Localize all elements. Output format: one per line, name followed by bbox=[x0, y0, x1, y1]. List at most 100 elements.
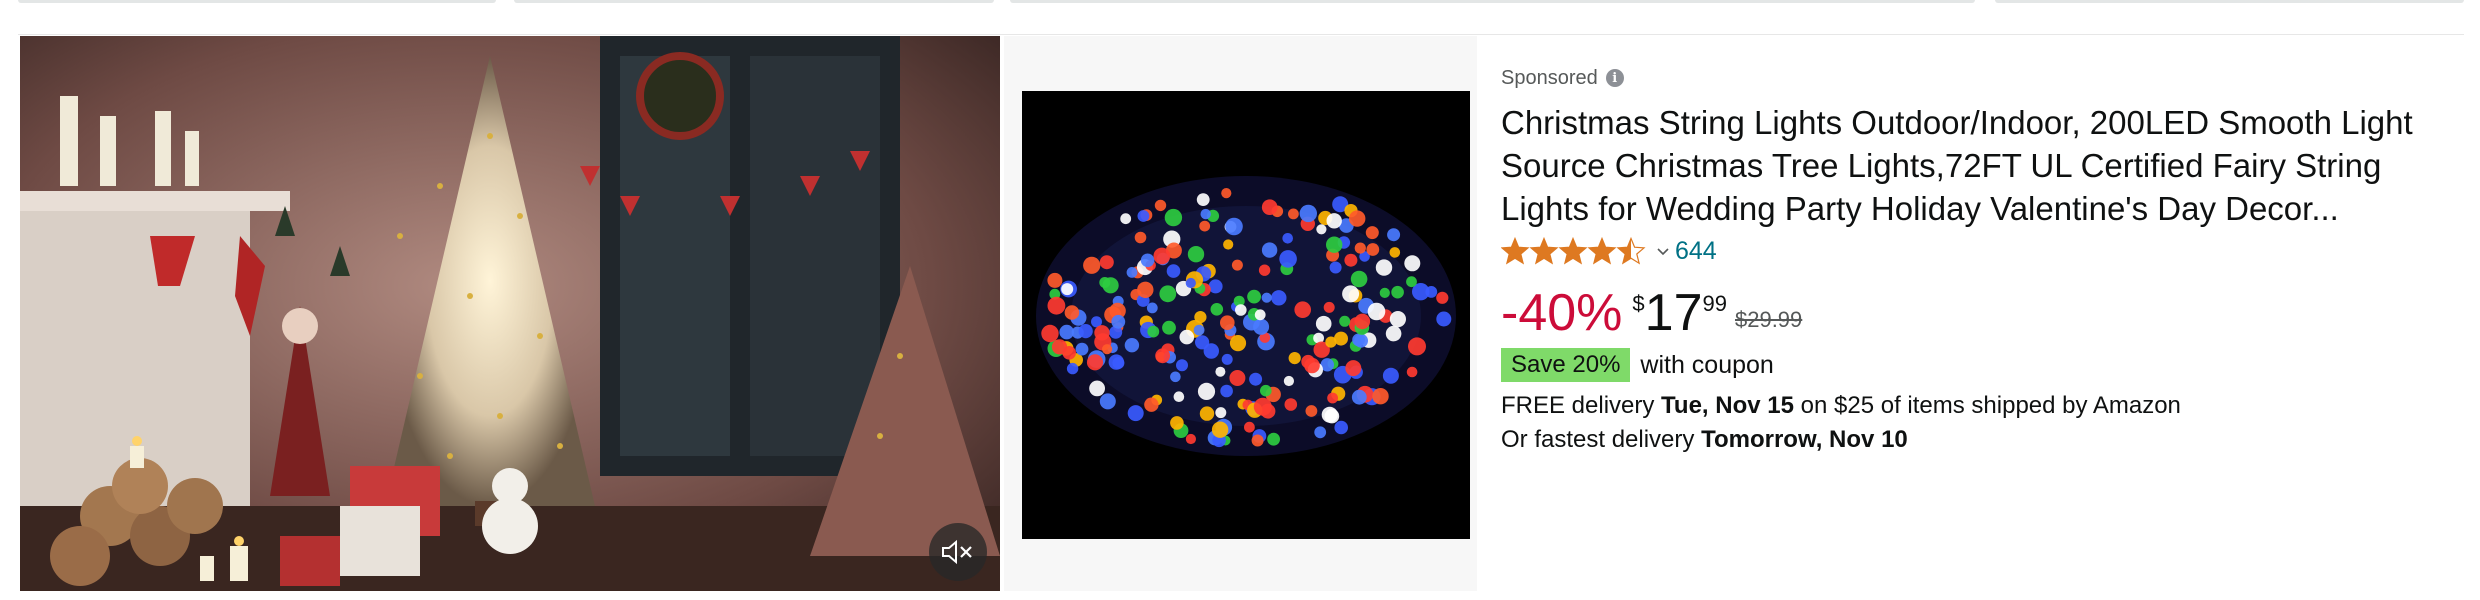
light-bulb bbox=[1140, 253, 1155, 268]
light-bulb bbox=[1408, 337, 1426, 356]
light-bulb bbox=[1176, 359, 1188, 372]
product-title-link[interactable]: Christmas String Lights Outdoor/Indoor, … bbox=[1501, 101, 2461, 230]
light-bulb bbox=[1344, 253, 1358, 267]
light-bulb bbox=[1314, 426, 1327, 439]
free-delivery-suffix: on $25 of items shipped by Amazon bbox=[1793, 392, 2181, 419]
light-bulb bbox=[1112, 357, 1125, 369]
light-bulb bbox=[1350, 270, 1368, 288]
light-bulb bbox=[1196, 193, 1210, 206]
string-lights-photo bbox=[1036, 176, 1456, 456]
price-row[interactable]: -40% $ 17 99 $29.99 bbox=[1501, 283, 2461, 347]
light-bulb bbox=[1179, 329, 1195, 345]
light-bulb bbox=[1146, 302, 1158, 314]
light-bulb bbox=[1064, 305, 1080, 320]
light-bulb bbox=[1137, 281, 1154, 298]
light-bulb bbox=[1211, 421, 1229, 438]
light-bulb bbox=[1235, 304, 1247, 316]
light-bulb bbox=[1251, 434, 1264, 447]
light-bulb bbox=[1329, 261, 1342, 274]
light-bulb bbox=[1099, 393, 1116, 410]
light-bulb bbox=[1294, 301, 1311, 318]
light-bulb bbox=[1041, 324, 1059, 343]
light-bulb bbox=[1047, 272, 1063, 288]
product-details: Sponsored i Christmas String Lights Outd… bbox=[1501, 65, 2461, 457]
light-bulb bbox=[1170, 416, 1184, 430]
free-delivery-date: Tue, Nov 15 bbox=[1661, 392, 1794, 419]
discount-percent: -40% bbox=[1501, 284, 1623, 342]
light-bulb bbox=[1102, 344, 1113, 355]
product-image[interactable] bbox=[1022, 91, 1470, 539]
fastest-delivery-date: Tomorrow, Nov 10 bbox=[1701, 426, 1908, 453]
light-bulb bbox=[1223, 239, 1234, 250]
light-bulb bbox=[1304, 357, 1320, 374]
light-bulb bbox=[1351, 389, 1367, 405]
light-bulb bbox=[1215, 407, 1227, 419]
light-bulb bbox=[1120, 213, 1132, 225]
light-bulb bbox=[1326, 236, 1343, 253]
light-bulb bbox=[1391, 285, 1404, 299]
sponsored-label-row: Sponsored i bbox=[1501, 65, 2461, 91]
light-bulb bbox=[1153, 247, 1171, 265]
mute-toggle-button[interactable] bbox=[929, 523, 987, 581]
light-bulb bbox=[1127, 405, 1144, 422]
light-bulb bbox=[1258, 264, 1271, 276]
light-bulb bbox=[1325, 336, 1337, 348]
light-bulb bbox=[1406, 276, 1417, 288]
light-bulb bbox=[1288, 352, 1301, 365]
light-bulb bbox=[1220, 384, 1233, 398]
light-bulb bbox=[1166, 264, 1181, 278]
rating-row: 644 bbox=[1501, 231, 2461, 271]
rating-count-link[interactable]: 644 bbox=[1675, 237, 1717, 266]
light-bulb bbox=[1244, 421, 1255, 433]
light-bulb bbox=[1126, 267, 1138, 278]
light-bulb bbox=[1354, 242, 1366, 254]
coupon-badge: Save 20% bbox=[1501, 348, 1631, 382]
light-bulb bbox=[1229, 335, 1247, 352]
light-bulb bbox=[1099, 255, 1114, 270]
star-rating[interactable] bbox=[1501, 236, 1651, 266]
light-bulb bbox=[1154, 199, 1167, 212]
light-bulb bbox=[1349, 210, 1366, 227]
light-bulb bbox=[1315, 315, 1332, 332]
video-frame-christmas-room bbox=[20, 36, 1000, 591]
light-bulb bbox=[1404, 255, 1421, 272]
product-video[interactable] bbox=[20, 36, 1000, 591]
light-bulb bbox=[1436, 291, 1449, 304]
light-bulb bbox=[1299, 204, 1317, 223]
light-bulb bbox=[1305, 405, 1318, 417]
light-bulb bbox=[1164, 208, 1183, 227]
light-bulb bbox=[1078, 324, 1093, 339]
light-bulb bbox=[1354, 313, 1371, 330]
light-bulb bbox=[1061, 283, 1074, 296]
light-bulb bbox=[1271, 290, 1287, 306]
light-bulb bbox=[1345, 360, 1362, 377]
chevron-down-icon[interactable] bbox=[1657, 246, 1669, 256]
light-bulb bbox=[1089, 380, 1105, 397]
light-bulb bbox=[1379, 287, 1390, 298]
info-icon[interactable]: i bbox=[1605, 69, 1624, 87]
light-bulb bbox=[1253, 318, 1270, 335]
coupon-row: Save 20% with coupon bbox=[1501, 347, 2461, 383]
light-bulb bbox=[1267, 432, 1280, 446]
light-bulb bbox=[1162, 320, 1176, 335]
light-bulb bbox=[1254, 309, 1266, 321]
light-bulb bbox=[1321, 406, 1338, 423]
light-bulb bbox=[1066, 362, 1079, 375]
light-bulb bbox=[1051, 339, 1068, 355]
light-bulb bbox=[1221, 188, 1232, 199]
light-bulb bbox=[1210, 303, 1224, 316]
light-bulb bbox=[1155, 348, 1170, 364]
light-bulb bbox=[1199, 220, 1211, 232]
light-bulb bbox=[1094, 325, 1110, 341]
light-bulb bbox=[1365, 226, 1379, 240]
price-whole: 17 bbox=[1644, 284, 1703, 342]
light-bulb bbox=[1086, 354, 1104, 371]
product-image-panel[interactable] bbox=[1004, 36, 1477, 591]
sponsored-product-card[interactable]: Sponsored i Christmas String Lights Outd… bbox=[18, 34, 2464, 592]
light-bulb bbox=[1200, 208, 1211, 220]
light-bulb bbox=[1283, 375, 1294, 387]
fastest-delivery-prefix: Or fastest delivery bbox=[1501, 426, 1702, 453]
light-bulb bbox=[1372, 388, 1389, 405]
sponsored-label: Sponsored bbox=[1501, 66, 1598, 89]
light-bulb bbox=[1389, 311, 1406, 328]
